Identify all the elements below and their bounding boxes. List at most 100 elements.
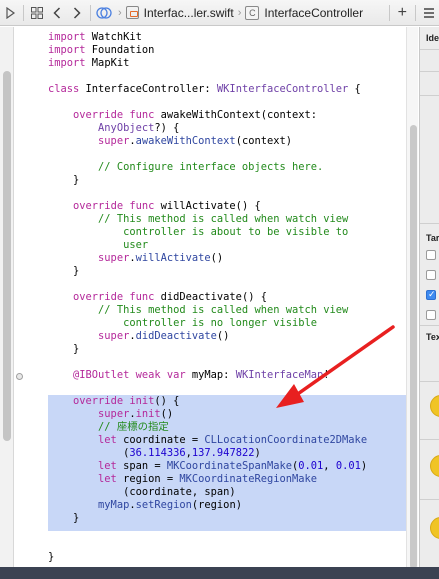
code-line[interactable]: (coordinate, span)	[48, 486, 412, 499]
code-token: {	[348, 83, 361, 95]
code-line[interactable]: // Configure interface objects here.	[48, 161, 412, 174]
code-token: willActivate() {	[154, 200, 261, 212]
target-checkbox[interactable]	[426, 270, 436, 280]
code-line[interactable]: override init() {	[48, 395, 412, 408]
outlet-connection-icon[interactable]	[16, 373, 23, 380]
library-object-icon[interactable]	[430, 395, 439, 417]
divider	[388, 4, 390, 21]
code-token: @IBOutlet weak var	[73, 369, 186, 381]
code-line[interactable]: super.willActivate()	[48, 252, 412, 265]
code-line[interactable]: (36.114336,137.947822)	[48, 447, 412, 460]
add-button[interactable]: +	[398, 4, 407, 22]
navigator-scrollbar[interactable]	[3, 71, 11, 441]
code-token: let	[98, 460, 117, 472]
code-line[interactable]: import MapKit	[48, 57, 412, 70]
code-line[interactable]: import Foundation	[48, 44, 412, 57]
line-number-gutter[interactable]	[14, 27, 42, 567]
jumpbar-filename[interactable]: Interfac...ler.swift	[144, 6, 234, 20]
related-items-grid-icon[interactable]	[27, 0, 47, 26]
code-line[interactable]: @IBOutlet weak var myMap: WKInterfaceMap…	[48, 369, 412, 382]
code-line[interactable]: myMap.setRegion(region)	[48, 499, 412, 512]
code-line[interactable]: // This method is called when watch view	[48, 304, 412, 317]
code-token: super	[98, 135, 130, 147]
linked-file-icon[interactable]	[94, 0, 114, 26]
code-line[interactable]	[48, 187, 412, 200]
code-line[interactable]: }	[48, 551, 412, 564]
code-line[interactable]: class InterfaceController: WKInterfaceCo…	[48, 83, 412, 96]
code-line[interactable]	[48, 356, 412, 369]
jumpbar-symbol[interactable]: InterfaceController	[264, 6, 363, 20]
library-object-icon[interactable]	[430, 517, 439, 539]
code-token: WatchKit	[85, 31, 142, 43]
code-token: let	[98, 473, 117, 485]
identity-section-label: Ide	[426, 33, 439, 43]
code-line[interactable]: let region = MKCoordinateRegionMake	[48, 473, 412, 486]
code-line[interactable]	[48, 278, 412, 291]
back-chevron-icon[interactable]	[47, 0, 67, 26]
code-line[interactable]: let span = MKCoordinateSpanMake(0.01, 0.…	[48, 460, 412, 473]
code-token: override func	[73, 291, 155, 303]
code-line[interactable]: }	[48, 265, 412, 278]
code-line[interactable]: user	[48, 239, 412, 252]
code-text[interactable]: import WatchKit import Foundation import M…	[48, 31, 412, 564]
target-checkbox[interactable]	[426, 250, 436, 260]
code-line[interactable]: override func didDeactivate() {	[48, 291, 412, 304]
divider	[420, 71, 439, 72]
code-token: // This method is called when watch view	[98, 304, 349, 316]
editor-scrollbar[interactable]	[406, 27, 418, 569]
code-line[interactable]	[48, 525, 412, 538]
divider	[420, 381, 439, 382]
code-line[interactable]: let coordinate = CLLocationCoordinate2DM…	[48, 434, 412, 447]
code-line[interactable]: }	[48, 174, 412, 187]
code-line[interactable]: super.awakeWithContext(context)	[48, 135, 412, 148]
code-line[interactable]: override func willActivate() {	[48, 200, 412, 213]
code-line[interactable]: }	[48, 512, 412, 525]
library-object-icon[interactable]	[430, 455, 439, 477]
editor-scrollbar-thumb[interactable]	[410, 125, 417, 569]
code-token: MKCoordinateRegionMake	[179, 473, 318, 485]
code-token: class	[48, 83, 80, 95]
target-section-label: Tar	[426, 233, 439, 243]
code-line[interactable]	[48, 148, 412, 161]
code-line[interactable]: }	[48, 343, 412, 356]
code-token: region =	[116, 473, 180, 485]
code-token: didDeactivate() {	[154, 291, 267, 303]
code-line[interactable]: controller is no longer visible	[48, 317, 412, 330]
code-token: import	[48, 31, 86, 43]
code-line[interactable]	[48, 538, 412, 551]
divider	[420, 325, 439, 326]
code-line[interactable]: super.init()	[48, 408, 412, 421]
code-token: )	[254, 447, 261, 459]
code-line[interactable]	[48, 96, 412, 109]
source-editor[interactable]: import WatchKit import Foundation import M…	[14, 27, 418, 567]
code-line[interactable]: AnyObject?) {	[48, 122, 412, 135]
target-checkbox[interactable]	[426, 289, 436, 300]
play-icon[interactable]	[0, 0, 20, 26]
code-line[interactable]: override func awakeWithContext(context:	[48, 109, 412, 122]
code-line[interactable]: controller is about to be visible to	[48, 226, 412, 239]
code-token: (context)	[235, 135, 292, 147]
code-line[interactable]: // This method is called when watch view	[48, 213, 412, 226]
code-line[interactable]: super.didDeactivate()	[48, 330, 412, 343]
menu-icon[interactable]	[419, 0, 439, 26]
target-checkbox[interactable]	[426, 310, 436, 320]
code-token: (	[48, 447, 130, 459]
code-token: willActivate	[135, 252, 211, 264]
divider	[420, 223, 439, 224]
code-line[interactable]: // 座標の指定	[48, 421, 412, 434]
code-token: 0.01	[298, 460, 324, 472]
bottom-toolbar	[0, 567, 439, 579]
code-line[interactable]: import WatchKit	[48, 31, 412, 44]
forward-chevron-icon[interactable]	[67, 0, 87, 26]
code-token: user	[123, 239, 149, 251]
code-token: // This method is called when watch view	[98, 213, 349, 225]
code-line[interactable]	[48, 382, 412, 395]
code-line[interactable]	[48, 70, 412, 83]
